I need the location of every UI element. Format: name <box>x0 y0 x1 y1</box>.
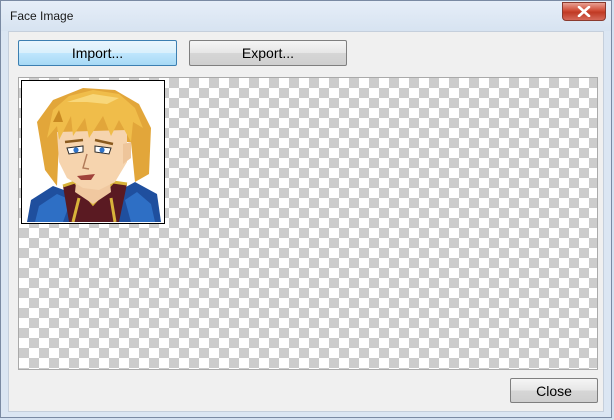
close-button[interactable]: Close <box>510 378 598 403</box>
window-title: Face Image <box>10 9 74 23</box>
face-image-canvas[interactable] <box>18 77 598 370</box>
export-button[interactable]: Export... <box>189 40 347 66</box>
import-button[interactable]: Import... <box>18 40 177 66</box>
title-bar[interactable]: Face Image <box>1 1 611 31</box>
close-icon <box>577 6 591 17</box>
face-image-dialog: Face Image Import... Export... Close <box>0 0 612 418</box>
dialog-client-area: Import... Export... Close <box>8 31 604 412</box>
window-close-button[interactable] <box>562 2 606 21</box>
face-tile-selected[interactable] <box>21 80 165 224</box>
face-portrait-image <box>23 82 163 222</box>
